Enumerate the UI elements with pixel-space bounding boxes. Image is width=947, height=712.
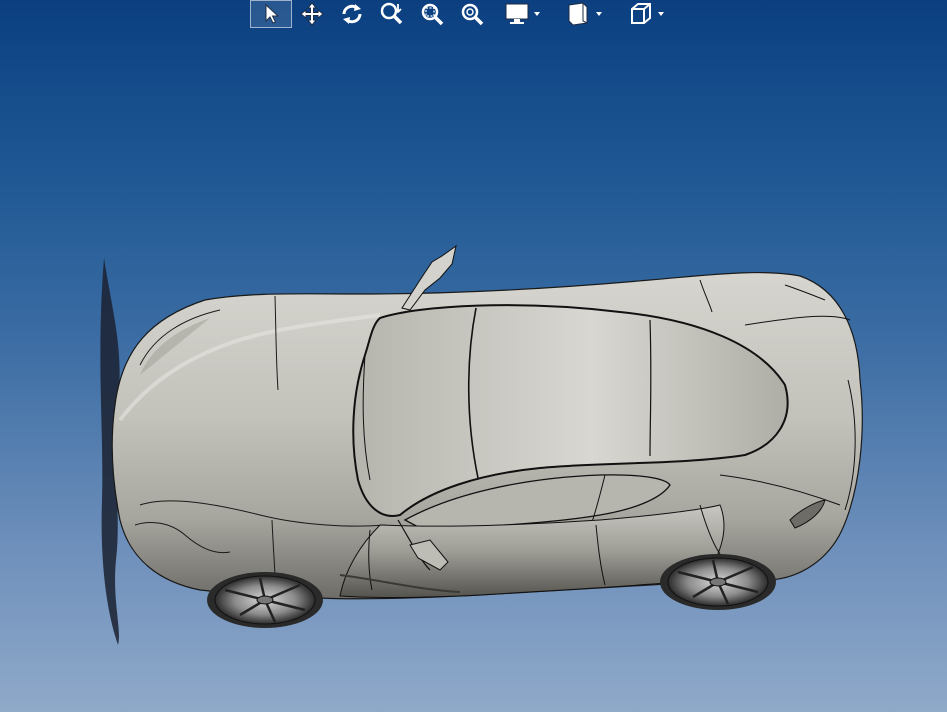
zoom-window-icon (421, 3, 444, 26)
select-tool-button[interactable] (250, 0, 292, 28)
3d-viewport[interactable] (0, 28, 947, 712)
front-wheel (207, 572, 323, 628)
display-mode-button[interactable] (492, 0, 554, 28)
zoom-dynamic-icon (380, 2, 403, 25)
chevron-down-icon[interactable] (593, 0, 605, 28)
chevron-down-icon[interactable] (655, 0, 667, 28)
zoom-fit-icon (461, 3, 484, 26)
rotate-icon (342, 4, 362, 24)
zoom-fit-button[interactable] (452, 0, 492, 28)
select-arrow-icon (265, 3, 280, 24)
pan-move-icon (300, 2, 324, 26)
view-orientation-button[interactable] (616, 0, 678, 28)
pan-tool-button[interactable] (292, 0, 332, 28)
rear-wheel (660, 554, 776, 610)
rotate-tool-button[interactable] (332, 0, 372, 28)
zoom-dynamic-button[interactable] (372, 0, 412, 28)
sports-car-model[interactable] (0, 28, 947, 712)
section-view-icon (568, 2, 588, 26)
zoom-window-button[interactable] (412, 0, 452, 28)
display-mode-icon (505, 3, 529, 24)
view-orientation-icon (631, 3, 651, 24)
section-view-button[interactable] (554, 0, 616, 28)
chevron-down-icon[interactable] (531, 0, 543, 28)
view-toolbar (250, 0, 678, 28)
